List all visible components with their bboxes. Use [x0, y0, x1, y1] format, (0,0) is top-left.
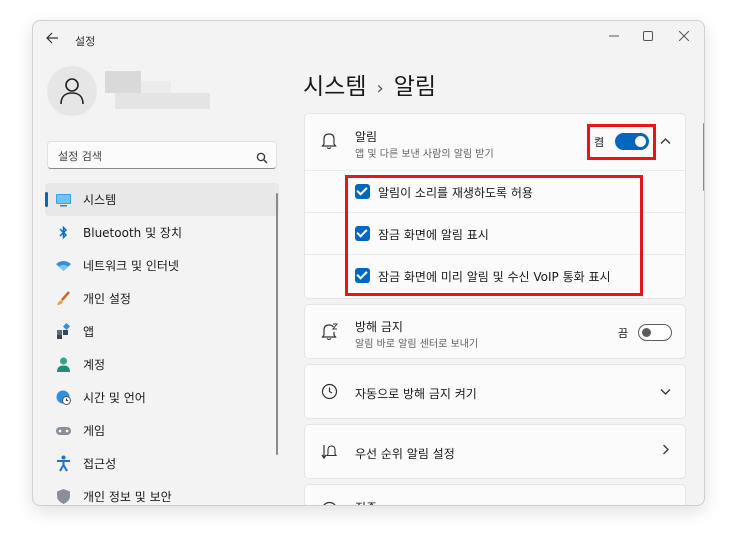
priority-title: 우선 순위 알림 설정 [355, 447, 455, 461]
settings-window: 설정 설정 검색 시스템 Bluetooth 및 장치 네트워크 및 인터넷 개… [32, 20, 705, 506]
sidebar-nav: 시스템 Bluetooth 및 장치 네트워크 및 인터넷 개인 설정 앱 계정… [45, 183, 279, 505]
auto-dnd-title: 자동으로 방해 금지 켜기 [355, 387, 477, 401]
user-name-blurred [105, 71, 210, 111]
bell-icon [321, 132, 337, 154]
sidebar-item-system[interactable]: 시스템 [45, 183, 279, 216]
focus-card[interactable]: 집중 [304, 484, 686, 505]
dnd-subtitle: 알림 바로 알림 센터로 보내기 [355, 339, 479, 350]
sidebar-item-label: 시간 및 언어 [83, 391, 146, 405]
breadcrumb: 시스템 › 알림 [303, 67, 436, 101]
sidebar-item-gaming[interactable]: 게임 [45, 414, 279, 447]
search-placeholder: 설정 검색 [58, 150, 102, 163]
maximize-icon[interactable] [633, 27, 663, 47]
search-icon[interactable] [256, 149, 268, 168]
person-icon [60, 78, 84, 105]
sidebar-item-time-language[interactable]: 시간 및 언어 [45, 381, 279, 414]
sidebar-item-label: 네트워크 및 인터넷 [83, 259, 179, 273]
sidebar-scrollbar[interactable] [276, 193, 278, 455]
content-scrollbar[interactable] [703, 123, 704, 191]
sidebar-item-label: 개인 설정 [83, 292, 131, 306]
sidebar-item-accessibility[interactable]: 접근성 [45, 447, 279, 480]
dnd-toggle-label: 끔 [618, 327, 629, 340]
sidebar-item-label: 접근성 [83, 457, 117, 471]
close-icon[interactable] [669, 27, 699, 47]
brush-icon [55, 290, 72, 307]
clock-icon [321, 383, 338, 404]
sidebar-item-personalization[interactable]: 개인 설정 [45, 282, 279, 315]
sidebar-item-label: 앱 [83, 325, 95, 339]
notifications-subtitle: 앱 및 다른 보낸 사람의 알림 받기 [355, 149, 494, 160]
focus-title: 집중 [355, 499, 377, 505]
active-indicator [45, 192, 48, 207]
focus-icon [321, 501, 338, 505]
gamepad-icon [55, 422, 72, 439]
priority-card[interactable]: 우선 순위 알림 설정 [304, 424, 686, 479]
shield-icon [55, 488, 72, 505]
bluetooth-icon [55, 224, 72, 241]
sidebar-item-network[interactable]: 네트워크 및 인터넷 [45, 249, 279, 282]
search-input[interactable]: 설정 검색 [47, 141, 277, 169]
monitor-icon [55, 191, 72, 208]
person-icon [55, 356, 72, 373]
dnd-bell-icon [321, 323, 339, 345]
highlight-options-box [345, 175, 643, 296]
breadcrumb-parent[interactable]: 시스템 [303, 74, 366, 100]
dnd-title: 방해 금지 [355, 320, 403, 334]
page-title: 알림 [393, 74, 437, 100]
auto-dnd-card[interactable]: 자동으로 방해 금지 켜기 [304, 364, 686, 419]
sidebar-item-privacy[interactable]: 개인 정보 및 보안 [45, 480, 279, 505]
sidebar-item-label: Bluetooth 및 장치 [83, 226, 183, 240]
window-title: 설정 [75, 35, 96, 48]
notifications-title: 알림 [355, 130, 378, 144]
highlight-toggle-box [587, 124, 656, 160]
chevron-up-icon[interactable] [660, 134, 671, 148]
sidebar-item-apps[interactable]: 앱 [45, 315, 279, 348]
sidebar-item-accounts[interactable]: 계정 [45, 348, 279, 381]
back-arrow-icon[interactable] [45, 31, 61, 47]
breadcrumb-separator: › [376, 78, 384, 99]
sidebar-item-label: 시스템 [83, 193, 117, 207]
priority-icon [321, 443, 338, 464]
chevron-down-icon[interactable] [660, 385, 671, 399]
apps-icon [55, 322, 72, 340]
sidebar-item-label: 게임 [83, 424, 106, 438]
sidebar-item-label: 계정 [83, 358, 106, 372]
sidebar-item-bluetooth[interactable]: Bluetooth 및 장치 [45, 216, 279, 249]
title-bar: 설정 [33, 21, 704, 57]
dnd-card[interactable]: 방해 금지 알림 바로 알림 센터로 보내기 끔 [304, 304, 686, 359]
globe-clock-icon [55, 389, 72, 406]
minimize-icon[interactable] [599, 27, 629, 47]
chevron-right-icon[interactable] [662, 444, 670, 458]
wifi-icon [55, 257, 72, 274]
dnd-toggle[interactable] [638, 324, 672, 341]
accessibility-icon [55, 455, 72, 472]
sidebar-item-label: 개인 정보 및 보안 [83, 490, 172, 504]
avatar[interactable] [47, 66, 97, 116]
